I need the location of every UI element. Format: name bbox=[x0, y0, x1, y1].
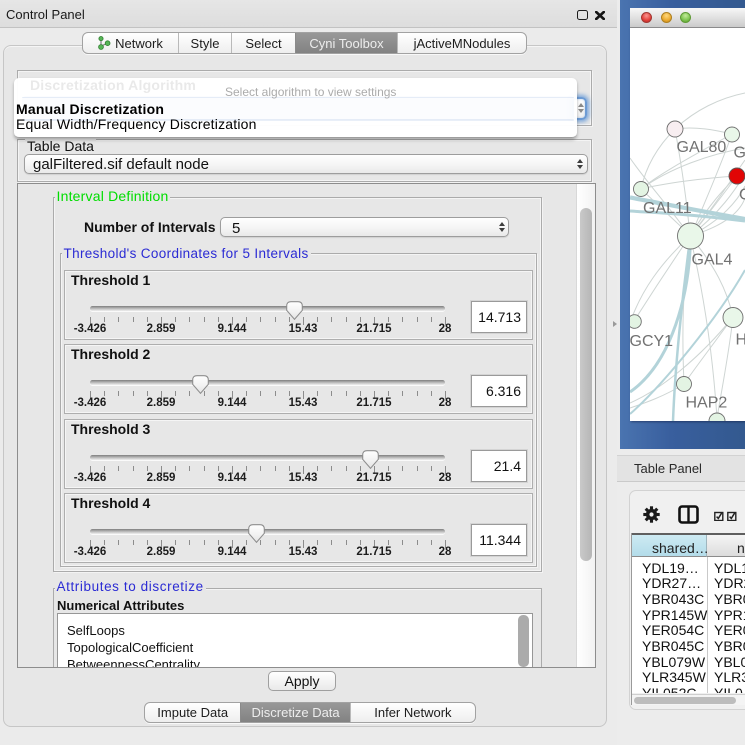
svg-text:GCY1: GCY1 bbox=[630, 333, 673, 350]
svg-text:GAL4: GAL4 bbox=[692, 252, 733, 269]
svg-text:C: C bbox=[739, 187, 745, 204]
svg-text:HAP2: HAP2 bbox=[686, 395, 728, 412]
svg-text:H: H bbox=[736, 332, 745, 349]
svg-text:GAL11: GAL11 bbox=[643, 200, 692, 217]
svg-text:GAL80: GAL80 bbox=[677, 139, 727, 156]
svg-text:GA: GA bbox=[734, 145, 745, 162]
